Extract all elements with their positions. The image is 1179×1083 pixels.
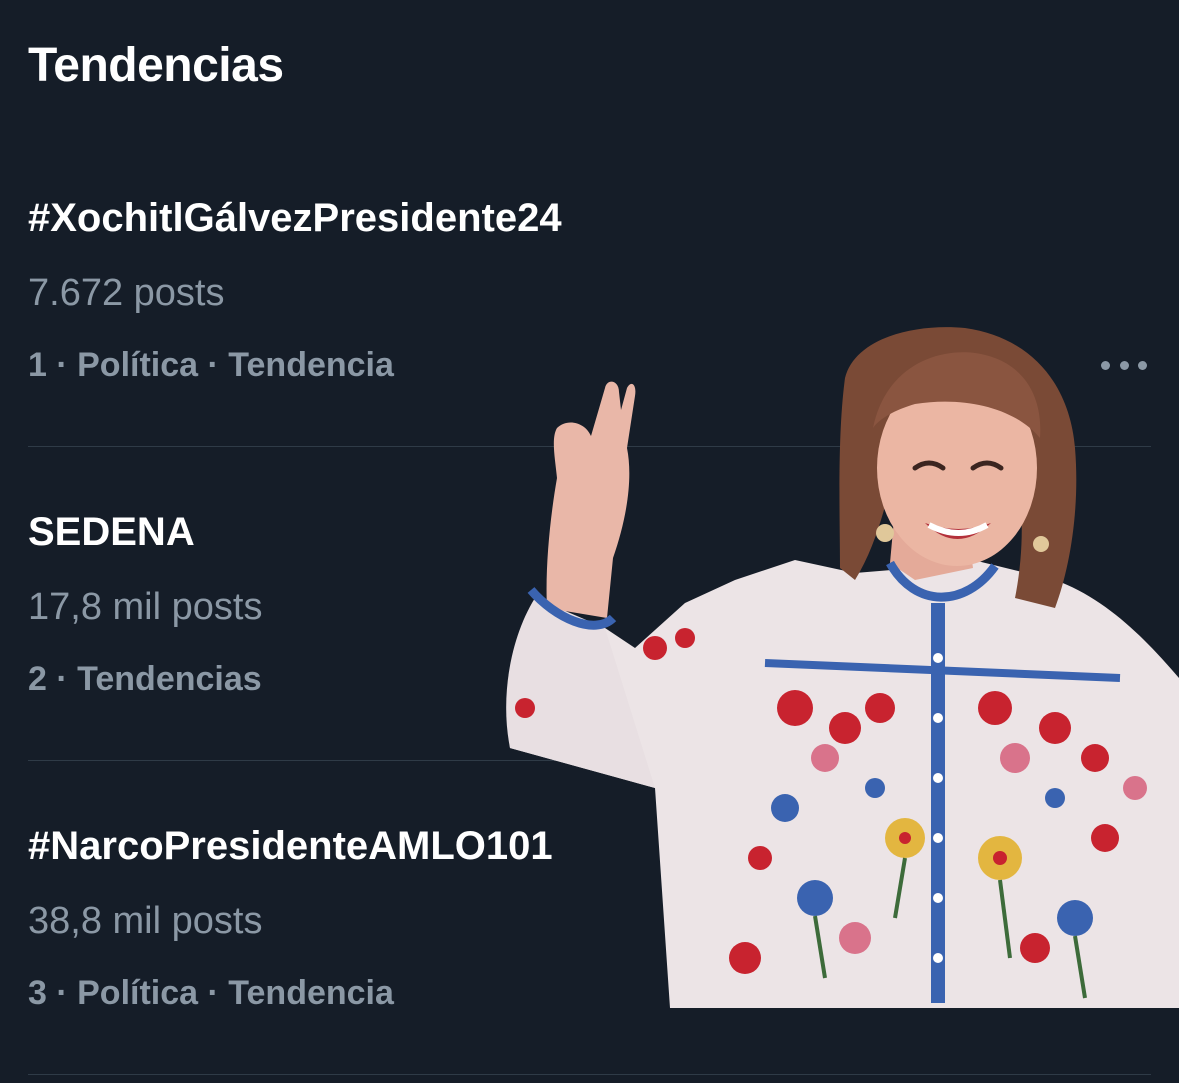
trend-name: #XochitlGálvezPresidente24 <box>28 196 562 240</box>
trends-panel: Tendencias #XochitlGálvezPresidente24 7.… <box>0 0 1179 1083</box>
trend-post-count: 38,8 mil posts <box>28 900 263 942</box>
trend-meta: 3 · Política · Tendencia <box>28 974 394 1012</box>
trend-name: #NarcoPresidenteAMLO101 <box>28 824 553 868</box>
divider <box>28 1074 1151 1075</box>
trend-meta: 2 · Tendencias <box>28 660 262 698</box>
section-title: Tendencias <box>28 39 284 92</box>
trend-post-count: 17,8 mil posts <box>28 586 263 628</box>
overlay-photo <box>495 318 1179 1008</box>
trend-meta: 1 · Política · Tendencia <box>28 346 394 384</box>
trend-name: SEDENA <box>28 510 195 554</box>
trend-post-count: 7.672 posts <box>28 272 225 314</box>
